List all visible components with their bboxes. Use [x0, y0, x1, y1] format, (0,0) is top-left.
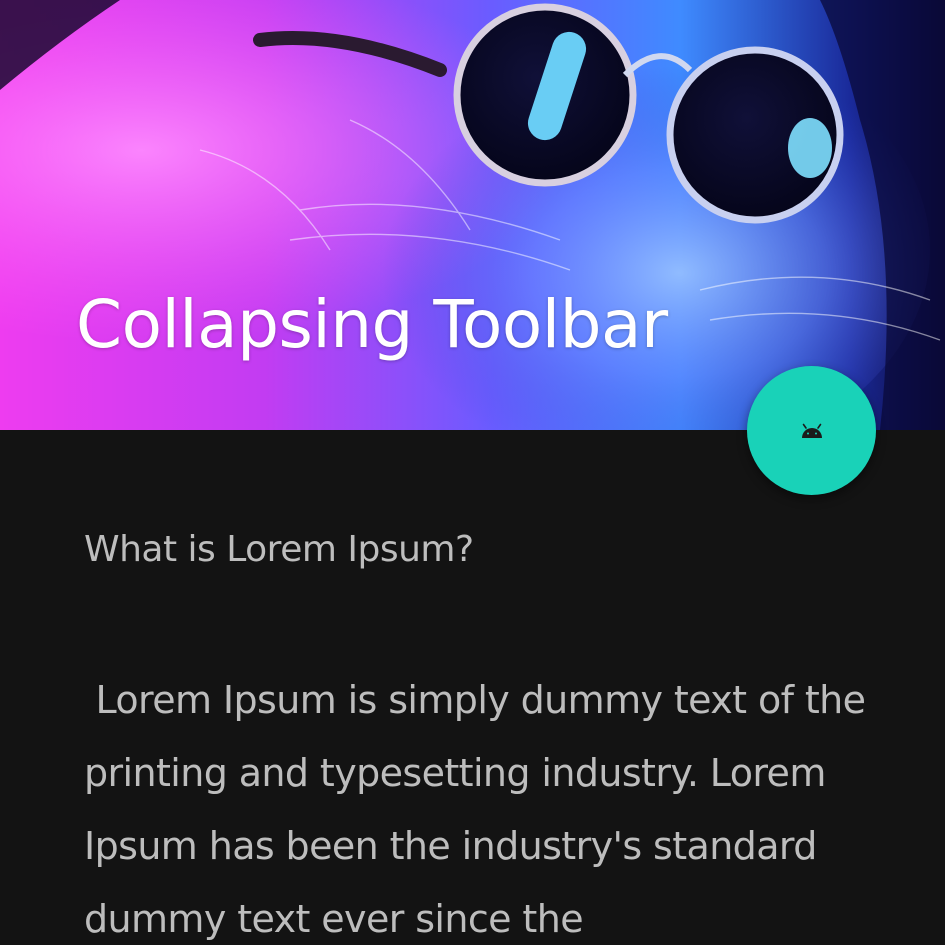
android-fab-button[interactable] [747, 366, 876, 495]
content-heading: What is Lorem Ipsum? [84, 529, 474, 570]
content-body-text: Lorem Ipsum is simply dummy text of the … [84, 678, 877, 941]
app-screen: Collapsing Toolbar What is Lorem Ipsum? … [0, 0, 945, 945]
toolbar-title: Collapsing Toolbar [76, 286, 668, 363]
android-icon [801, 423, 822, 438]
